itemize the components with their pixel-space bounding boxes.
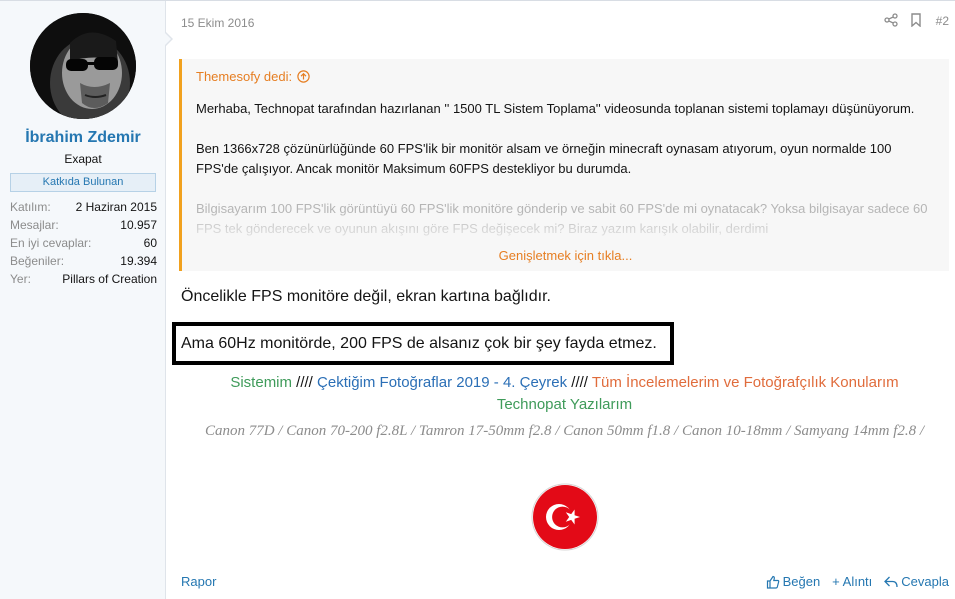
sig-link-system[interactable]: Sistemim (230, 374, 292, 391)
quote-author-link[interactable]: Themesofy dedi: (196, 69, 310, 84)
message-text: Öncelikle FPS monitöre değil, ekran kart… (181, 288, 551, 305)
stat-likes: Beğeniler: 19.394 (10, 252, 157, 270)
quote-button[interactable]: + Alıntı (832, 574, 872, 589)
stat-key: Beğeniler: (10, 254, 65, 268)
turkish-flag-icon (531, 483, 599, 551)
post-top-actions: #2 (883, 13, 949, 29)
post-number[interactable]: #2 (936, 14, 949, 28)
sig-camera-gear: Canon 77D / Canon 70-200 f2.8L / Tamron … (204, 423, 925, 439)
sig-separator: //// (567, 374, 592, 391)
stat-key: Yer: (10, 272, 31, 286)
username[interactable]: İbrahim Zdemir (0, 129, 166, 147)
like-label: Beğen (782, 574, 821, 589)
report-link[interactable]: Rapor (181, 574, 216, 589)
stat-value: 19.394 (120, 254, 157, 268)
quote-block: Themesofy dedi: Merhaba, Technopat taraf… (179, 59, 949, 271)
post: İbrahim Zdemir Exapat Katkıda Bulunan Ka… (0, 0, 955, 599)
reply-icon (884, 576, 898, 587)
highlighted-message: Ama 60Hz monitörde, 200 FPS de alsanız ç… (172, 322, 674, 365)
share-icon[interactable] (883, 13, 900, 29)
signature: Sistemim //// Çektiğim Fotoğraflar 2019 … (172, 372, 955, 442)
post-date[interactable]: 15 Ekim 2016 (181, 16, 254, 30)
quote-author: Themesofy dedi: (196, 69, 293, 84)
stat-key: Katılım: (10, 200, 51, 214)
quote-paragraph: Ben 1366x728 çözünürlüğünde 60 FPS'lik b… (196, 141, 892, 176)
stat-key: Mesajlar: (10, 218, 59, 232)
bookmark-icon[interactable] (910, 13, 926, 29)
post-actions: Beğen + Alıntı Cevapla (766, 574, 949, 589)
quote-paragraph: Merhaba, Technopat tarafından hazırlanan… (196, 101, 915, 116)
sig-link-photos[interactable]: Çektiğim Fotoğraflar 2019 - 4. Çeyrek (317, 374, 567, 391)
expand-quote-link[interactable]: Genişletmek için tıkla... (182, 248, 949, 263)
reply-button[interactable]: Cevapla (884, 574, 949, 589)
user-title: Exapat (64, 152, 102, 166)
reply-label: Cevapla (901, 574, 949, 589)
sig-link-reviews[interactable]: Tüm İncelemelerim ve Fotoğrafçılık Konul… (592, 374, 899, 391)
like-button[interactable]: Beğen (766, 574, 821, 589)
panel-arrow (164, 31, 173, 47)
user-banner: Katkıda Bulunan (10, 173, 156, 192)
stat-location: Yer: Pillars of Creation (10, 270, 157, 288)
thumbs-up-icon (766, 575, 779, 589)
signature-links: Sistemim //// Çektiğim Fotoğraflar 2019 … (172, 372, 955, 416)
circle-arrow-up-icon (297, 70, 310, 83)
stat-value: 10.957 (120, 218, 157, 232)
avatar-image (30, 13, 136, 119)
sig-link-articles[interactable]: Technopat Yazılarım (497, 396, 632, 413)
stat-value: 2 Haziran 2015 (75, 200, 157, 214)
stat-joined: Katılım: 2 Haziran 2015 (10, 198, 157, 216)
user-stats: Katılım: 2 Haziran 2015 Mesajlar: 10.957… (10, 198, 157, 288)
avatar[interactable] (30, 13, 136, 119)
stat-value: 60 (143, 236, 157, 250)
quote-label: + Alıntı (832, 574, 873, 589)
stat-best-answers: En iyi cevaplar: 60 (10, 234, 157, 252)
stat-messages: Mesajlar: 10.957 (10, 216, 157, 234)
stat-key: En iyi cevaplar: (10, 236, 92, 250)
user-panel: İbrahim Zdemir Exapat Katkıda Bulunan Ka… (0, 1, 173, 599)
stat-value: Pillars of Creation (62, 272, 157, 286)
sig-separator: //// (292, 374, 318, 391)
